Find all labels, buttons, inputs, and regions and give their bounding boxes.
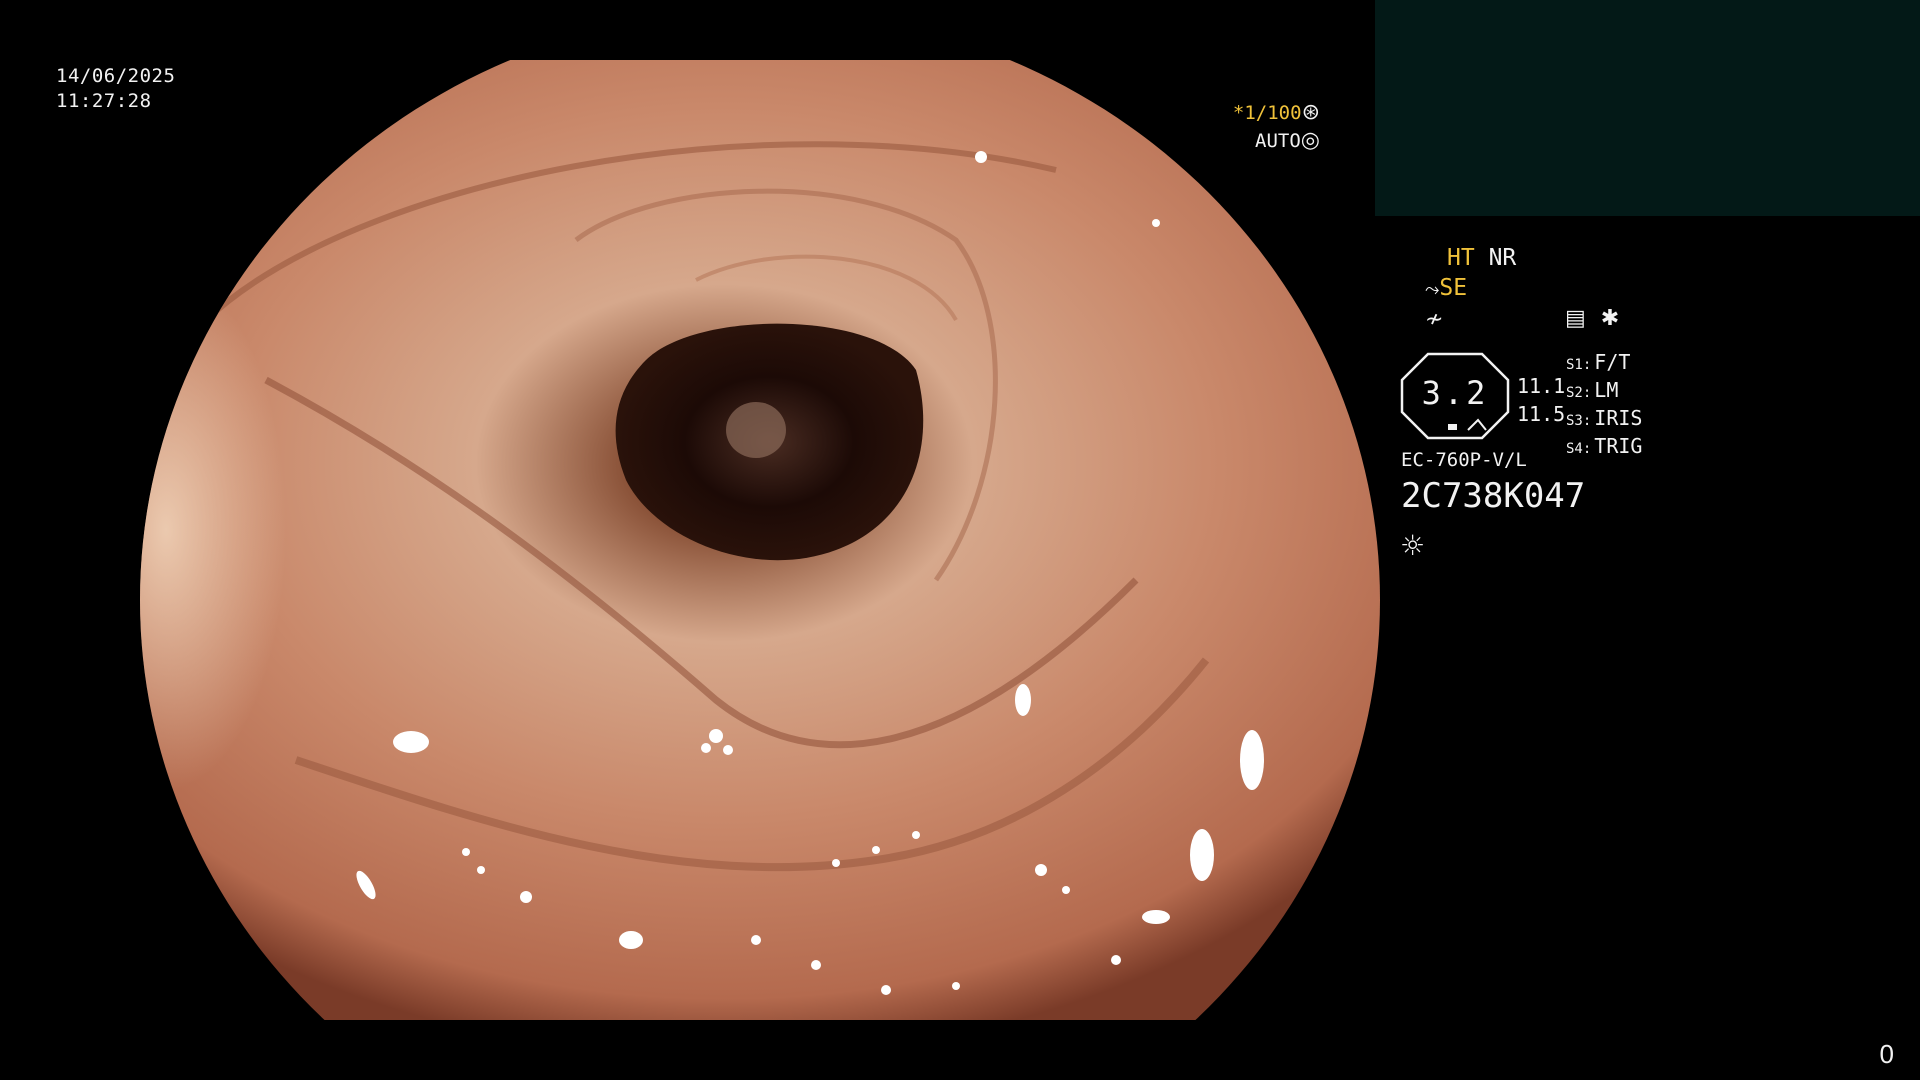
thumbnail-panel <box>1375 0 1920 216</box>
switch-value: TRIG <box>1594 434 1643 458</box>
iris-icon: ◎ <box>1300 128 1320 153</box>
enhance-icon: ≁ <box>1425 307 1444 332</box>
gauge-side-values: 11.1 11.5 <box>1517 372 1565 428</box>
datetime: 14/06/2025 11:27:28 <box>56 64 175 114</box>
gauge-side-top: 11.1 <box>1517 374 1566 398</box>
switch-key: S2: <box>1566 385 1592 401</box>
mode-se: SE <box>1439 275 1468 301</box>
image-counter: 0 <box>1879 1039 1894 1069</box>
scope-icon: ⤳ <box>1425 279 1440 300</box>
switch-row: S1: F/T <box>1566 350 1642 378</box>
switch-key: S1: <box>1566 357 1592 373</box>
switch-row: S2: LM <box>1566 378 1642 406</box>
image-modes: HT NR ⤳SE ≁ <box>1425 243 1516 335</box>
mode-nr: NR <box>1488 245 1517 271</box>
switch-value: IRIS <box>1594 406 1643 430</box>
mode-ht: HT <box>1447 245 1475 271</box>
scope-serial: 2C738K047 <box>1401 476 1586 516</box>
scope-model: EC-760P-V/L <box>1401 449 1527 471</box>
asterisk-icon: ✱ <box>1600 306 1620 331</box>
iris-mode: AUTO <box>1255 130 1301 152</box>
shutter-info: *1/100⊛ AUTO◎ <box>1233 99 1320 155</box>
switch-assignments: S1: F/T S2: LM S3: IRIS S4: TRIG <box>1566 350 1642 462</box>
record-icon: ▤ <box>1565 306 1586 331</box>
endoscopic-image <box>56 60 1392 1020</box>
record-status: ▤ ✱ <box>1565 306 1619 331</box>
gauge-side-bottom: 11.5 <box>1517 402 1566 426</box>
switch-value: LM <box>1594 378 1619 402</box>
switch-key: S4: <box>1566 441 1592 457</box>
switch-row: S3: IRIS <box>1566 406 1642 434</box>
switch-row: S4: TRIG <box>1566 434 1642 462</box>
time-text: 11:27:28 <box>56 90 152 112</box>
aperture-icon: ⊛ <box>1301 100 1320 125</box>
light-icon: ☼ <box>1400 529 1426 562</box>
switch-key: S3: <box>1566 413 1592 429</box>
shutter-speed: *1/100 <box>1232 102 1302 124</box>
date-text: 14/06/2025 <box>56 65 176 87</box>
switch-value: F/T <box>1594 350 1631 374</box>
gauge-value: 3.2 <box>1421 374 1489 412</box>
